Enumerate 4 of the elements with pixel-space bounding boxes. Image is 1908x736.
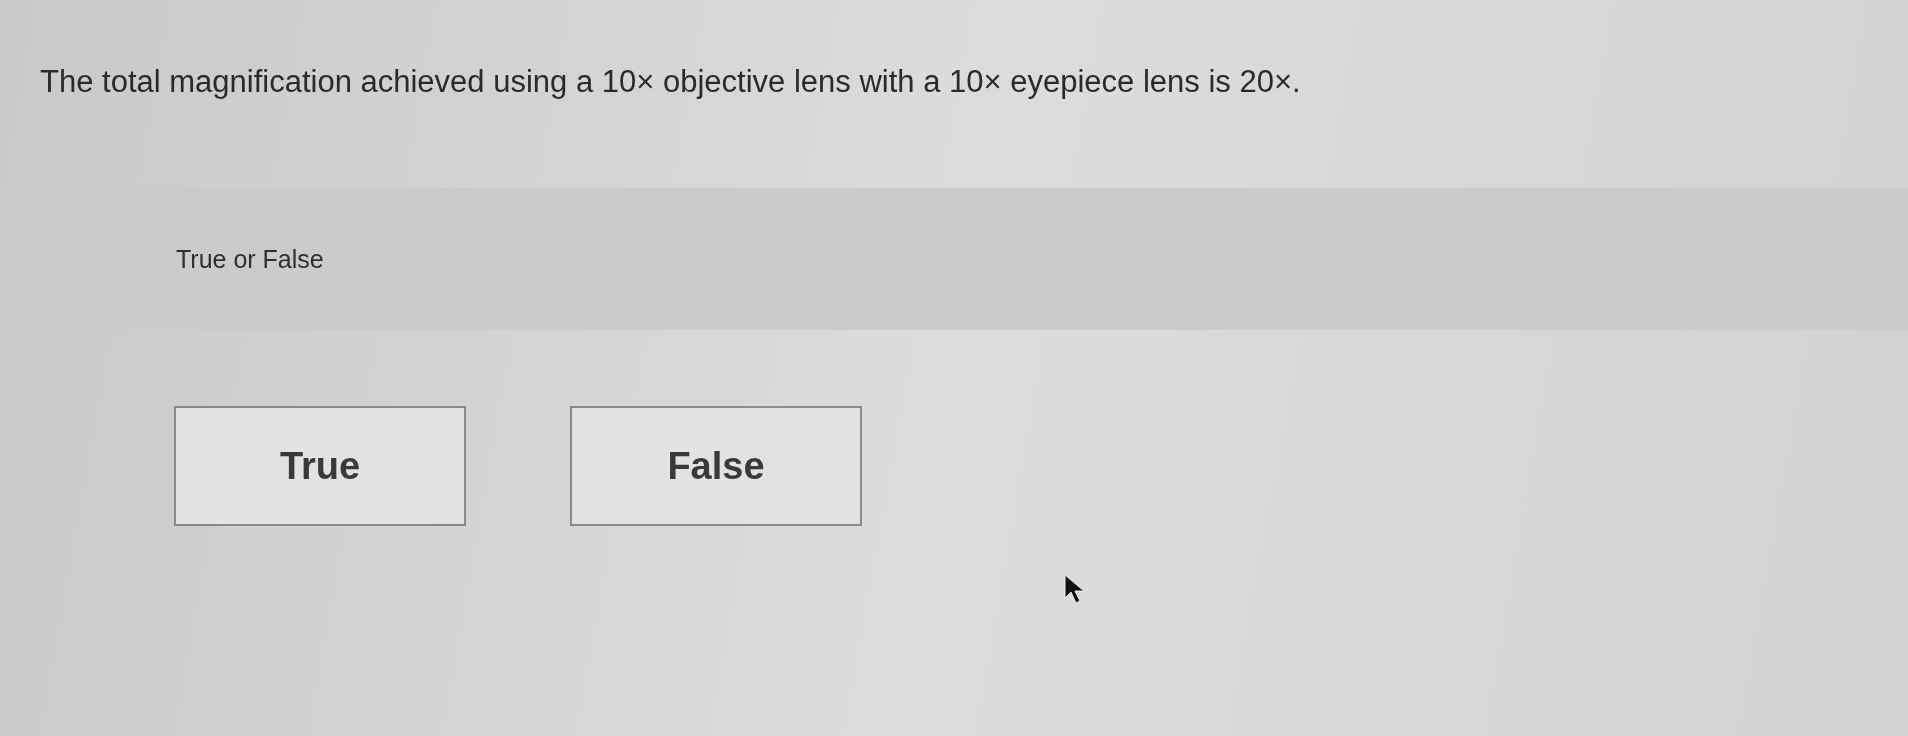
answer-button[interactable]: True [174,406,466,526]
prompt-label: True or False [176,244,324,274]
question-text: The total magnification achieved using a 10× objective lens with a 10× eyepiece lens is 20×. [40,64,1302,100]
answer-button[interactable]: False [570,406,862,526]
